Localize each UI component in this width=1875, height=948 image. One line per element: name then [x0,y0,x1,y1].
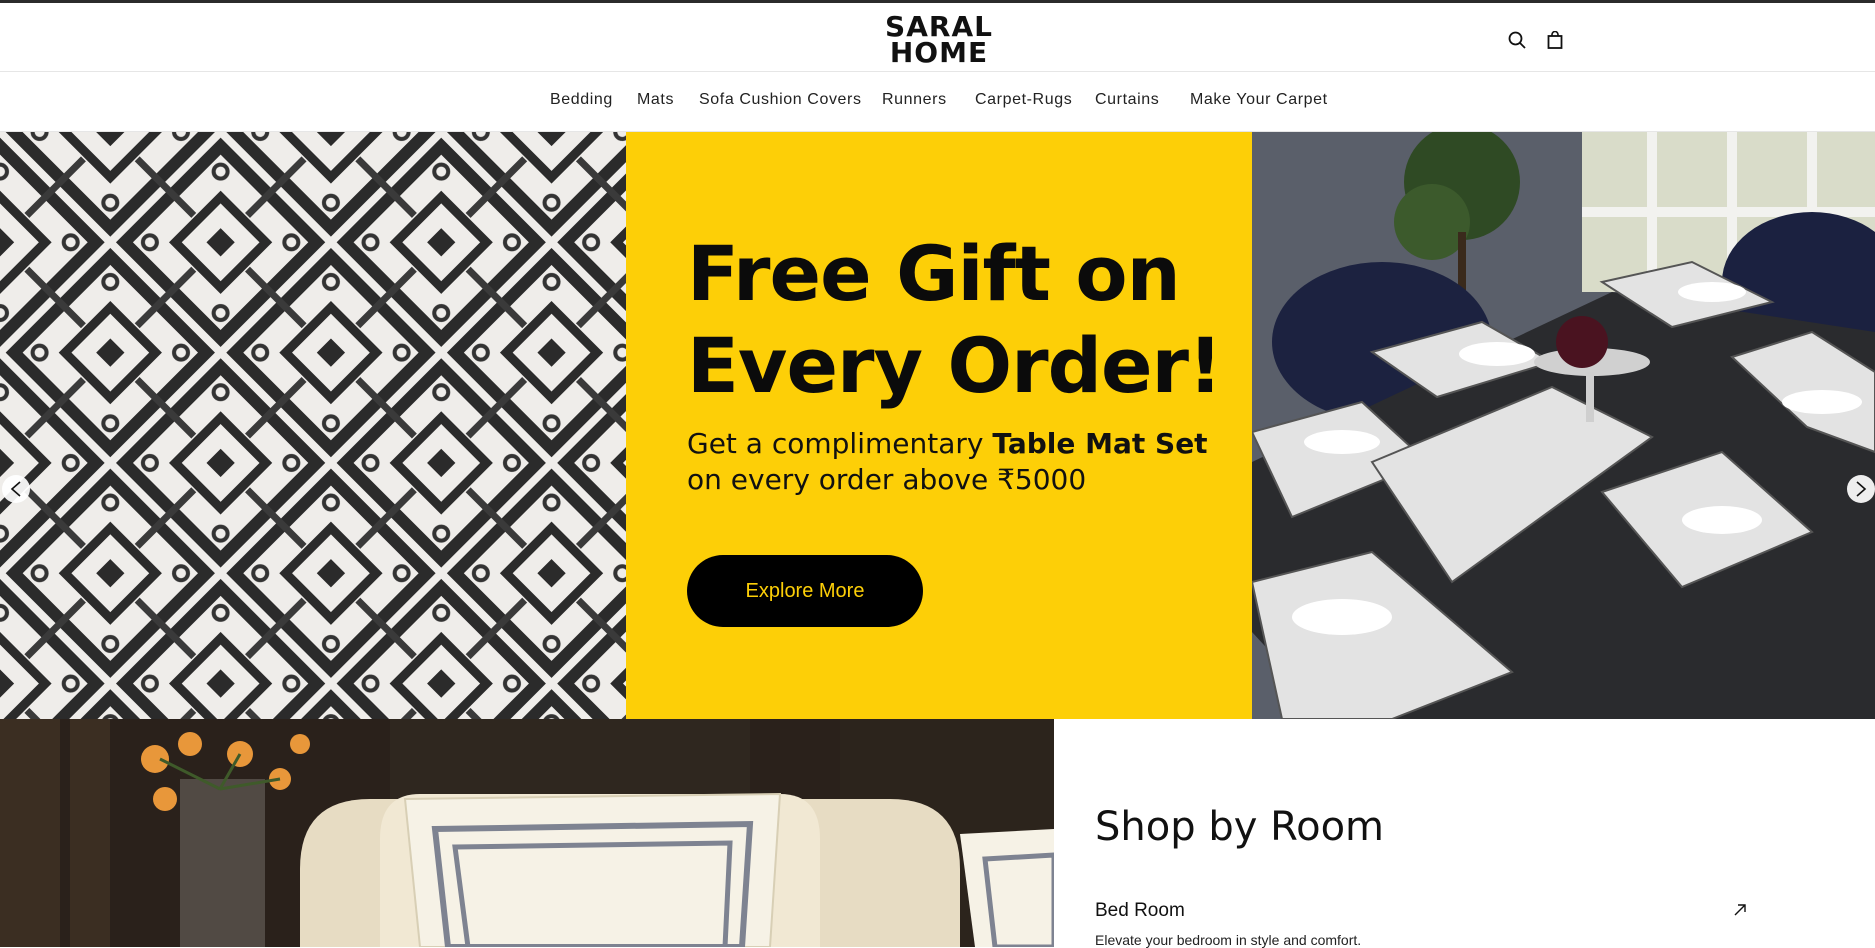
hero-subtitle-prefix: Get a complimentary [687,427,993,460]
explore-more-button[interactable]: Explore More [687,555,923,627]
hero-title-line-2: Every Order! [687,321,1223,410]
hero-title: Free Gift on Every Order! [687,228,1227,412]
search-icon[interactable] [1506,29,1528,51]
nav-item-runners[interactable]: Runners [882,91,947,109]
saral-home-logo[interactable]: SARAL HOME [885,13,992,69]
bedroom-image [0,719,1054,947]
room-description-bed-room: Elevate your bedroom in style and comfor… [1095,932,1362,948]
hero-subtitle: Get a complimentary Table Mat Set on eve… [687,426,1227,498]
hero-subtitle-line-2: on every order above ₹5000 [687,463,1087,496]
nav-item-carpet-rugs[interactable]: Carpet-Rugs [975,91,1072,109]
dining-table-image [1252,132,1875,719]
nav-item-curtains[interactable]: Curtains [1095,91,1159,109]
rug-pattern-image [0,132,626,719]
hero-title-line-1: Free Gift on [687,229,1181,318]
carousel-prev-button[interactable] [2,475,30,503]
header-actions [1506,29,1566,51]
chevron-left-icon [10,481,21,497]
promo-panel: Free Gift on Every Order! Get a complime… [626,132,1252,719]
main-nav: Bedding Mats Sofa Cushion Covers Runners… [0,72,1875,132]
nav-item-make-your-carpet[interactable]: Make Your Carpet [1190,91,1328,109]
nav-item-mats[interactable]: Mats [637,91,674,109]
nav-item-bedding[interactable]: Bedding [550,91,613,109]
arrow-up-right-icon[interactable] [1732,902,1748,918]
logo-line-2: HOME [889,36,989,69]
shop-by-room-heading: Shop by Room [1095,804,1385,850]
chevron-right-icon [1856,481,1867,497]
hero-carousel: Free Gift on Every Order! Get a complime… [0,132,1875,719]
hero-subtitle-highlight: Table Mat Set [992,427,1208,460]
nav-item-sofa-cushion-covers[interactable]: Sofa Cushion Covers [699,91,862,109]
carousel-next-button[interactable] [1847,475,1875,503]
site-header: SARAL HOME [0,0,1875,72]
room-link-bed-room[interactable]: Bed Room [1095,900,1185,922]
shopping-bag-icon[interactable] [1544,29,1566,51]
